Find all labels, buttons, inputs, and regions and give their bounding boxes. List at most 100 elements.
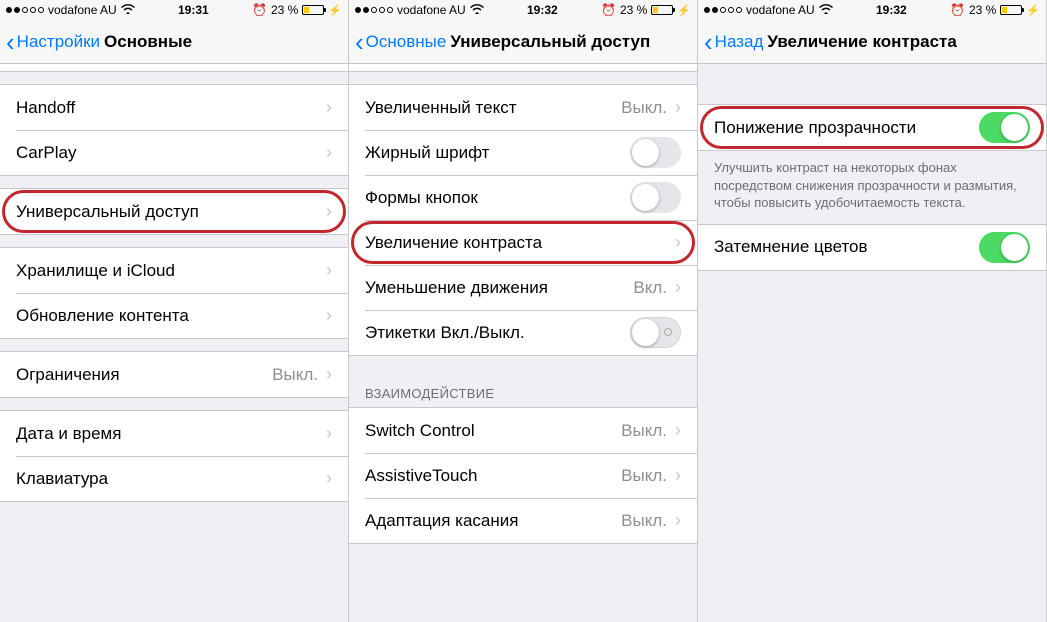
wifi-icon bbox=[121, 3, 135, 17]
status-left: vodafone AU bbox=[355, 3, 484, 17]
alarm-icon: ⏰ bbox=[601, 3, 616, 17]
spacer bbox=[0, 72, 348, 84]
settings-row[interactable]: Понижение прозрачности bbox=[698, 105, 1046, 150]
settings-row[interactable]: Хранилище и iCloud › bbox=[0, 248, 348, 293]
settings-group: Хранилище и iCloud › Обновление контента… bbox=[0, 247, 348, 339]
settings-row[interactable]: AssistiveTouch Выкл. › bbox=[349, 453, 697, 498]
chevron-right-icon: › bbox=[326, 201, 332, 222]
alarm-icon: ⏰ bbox=[950, 3, 965, 17]
back-button[interactable]: ‹ Настройки bbox=[6, 29, 100, 55]
row-label: Switch Control bbox=[365, 421, 621, 441]
spacer bbox=[698, 64, 1046, 104]
spacer bbox=[0, 235, 348, 247]
screen-pane: vodafone AU 19:31 ⏰ 23 % ⚡ ‹ Настройки О… bbox=[0, 0, 349, 622]
row-label: AssistiveTouch bbox=[365, 466, 621, 486]
settings-group: Switch Control Выкл. › AssistiveTouch Вык… bbox=[349, 407, 697, 544]
settings-group: Затемнение цветов bbox=[698, 224, 1046, 271]
settings-row[interactable]: CarPlay › bbox=[0, 130, 348, 175]
battery-icon bbox=[302, 5, 324, 15]
page-title: Увеличение контраста bbox=[767, 32, 1040, 52]
settings-row[interactable]: Жирный шрифт bbox=[349, 130, 697, 175]
back-button[interactable]: ‹ Основные bbox=[355, 29, 446, 55]
chevron-right-icon: › bbox=[675, 510, 681, 531]
status-right: ⏰ 23 % ⚡ bbox=[252, 3, 342, 17]
settings-row[interactable]: Switch Control Выкл. › bbox=[349, 408, 697, 453]
page-title: Основные bbox=[104, 32, 342, 52]
settings-row[interactable]: Дата и время › bbox=[0, 411, 348, 456]
partial-row bbox=[0, 64, 348, 72]
chevron-right-icon: › bbox=[675, 420, 681, 441]
battery-percent: 23 % bbox=[271, 3, 298, 17]
screen-pane: vodafone AU 19:32 ⏰ 23 % ⚡ ‹ Основные Ун… bbox=[349, 0, 698, 622]
settings-row[interactable]: Ограничения Выкл. › bbox=[0, 352, 348, 397]
back-label: Основные bbox=[366, 32, 447, 52]
chevron-right-icon: › bbox=[326, 468, 332, 489]
chevron-right-icon: › bbox=[326, 260, 332, 281]
settings-row[interactable]: Handoff › bbox=[0, 85, 348, 130]
status-right: ⏰ 23 % ⚡ bbox=[601, 3, 691, 17]
settings-group: Универсальный доступ › bbox=[0, 188, 348, 235]
signal-dots-icon bbox=[704, 7, 742, 13]
settings-row[interactable]: Адаптация касания Выкл.› bbox=[349, 498, 697, 543]
chevron-right-icon: › bbox=[675, 277, 681, 298]
page-title: Универсальный доступ bbox=[450, 32, 691, 52]
carrier-label: vodafone AU bbox=[746, 3, 815, 17]
row-label: Клавиатура bbox=[16, 469, 326, 489]
settings-row[interactable]: Клавиатура › bbox=[0, 456, 348, 501]
settings-row[interactable]: Формы кнопок bbox=[349, 175, 697, 220]
settings-group: Ограничения Выкл. › bbox=[0, 351, 348, 398]
row-detail: Выкл. bbox=[621, 421, 667, 441]
back-label: Назад bbox=[715, 32, 764, 52]
row-detail: Выкл. bbox=[621, 466, 667, 486]
battery-percent: 23 % bbox=[620, 3, 647, 17]
settings-row[interactable]: Затемнение цветов bbox=[698, 225, 1046, 270]
chevron-right-icon: › bbox=[326, 142, 332, 163]
settings-row[interactable]: Увеличение контраста › bbox=[349, 220, 697, 265]
row-detail: Выкл. bbox=[621, 98, 667, 118]
spacer bbox=[349, 72, 697, 84]
settings-group: Понижение прозрачности bbox=[698, 104, 1046, 151]
chevron-right-icon: › bbox=[326, 305, 332, 326]
battery-icon bbox=[651, 5, 673, 15]
toggle-switch[interactable] bbox=[630, 317, 681, 348]
settings-row[interactable]: Универсальный доступ › bbox=[0, 189, 348, 234]
toggle-switch[interactable] bbox=[979, 112, 1030, 143]
alarm-icon: ⏰ bbox=[252, 3, 267, 17]
settings-row[interactable]: Обновление контента › bbox=[0, 293, 348, 338]
row-label: Обновление контента bbox=[16, 306, 326, 326]
settings-group: Увеличенный текст Выкл.› Жирный шрифт Фо… bbox=[349, 84, 697, 356]
clock: 19:32 bbox=[484, 3, 601, 17]
row-label: CarPlay bbox=[16, 143, 326, 163]
back-button[interactable]: ‹ Назад bbox=[704, 29, 763, 55]
chevron-left-icon: ‹ bbox=[355, 29, 364, 55]
chevron-right-icon: › bbox=[326, 97, 332, 118]
charging-icon: ⚡ bbox=[328, 4, 342, 17]
toggle-switch[interactable] bbox=[630, 182, 681, 213]
row-label: Ограничения bbox=[16, 365, 272, 385]
settings-row[interactable]: Этикетки Вкл./Выкл. bbox=[349, 310, 697, 355]
signal-dots-icon bbox=[355, 7, 393, 13]
carrier-label: vodafone AU bbox=[397, 3, 466, 17]
toggle-switch[interactable] bbox=[979, 232, 1030, 263]
wifi-icon bbox=[819, 3, 833, 17]
partial-row bbox=[349, 64, 697, 72]
battery-percent: 23 % bbox=[969, 3, 996, 17]
settings-group: Дата и время › Клавиатура › bbox=[0, 410, 348, 502]
row-label: Адаптация касания bbox=[365, 511, 621, 531]
clock: 19:31 bbox=[135, 3, 252, 17]
chevron-left-icon: ‹ bbox=[6, 29, 15, 55]
spacer bbox=[0, 176, 348, 188]
settings-row[interactable]: Уменьшение движения Вкл.› bbox=[349, 265, 697, 310]
settings-row[interactable]: Увеличенный текст Выкл.› bbox=[349, 85, 697, 130]
row-detail: Вкл. bbox=[633, 278, 667, 298]
spacer bbox=[0, 398, 348, 410]
row-label: Дата и время bbox=[16, 424, 326, 444]
chevron-right-icon: › bbox=[326, 364, 332, 385]
clock: 19:32 bbox=[833, 3, 950, 17]
toggle-switch[interactable] bbox=[630, 137, 681, 168]
chevron-right-icon: › bbox=[675, 465, 681, 486]
charging-icon: ⚡ bbox=[677, 4, 691, 17]
wifi-icon bbox=[470, 3, 484, 17]
spacer bbox=[349, 356, 697, 368]
row-detail: Выкл. bbox=[272, 365, 318, 385]
